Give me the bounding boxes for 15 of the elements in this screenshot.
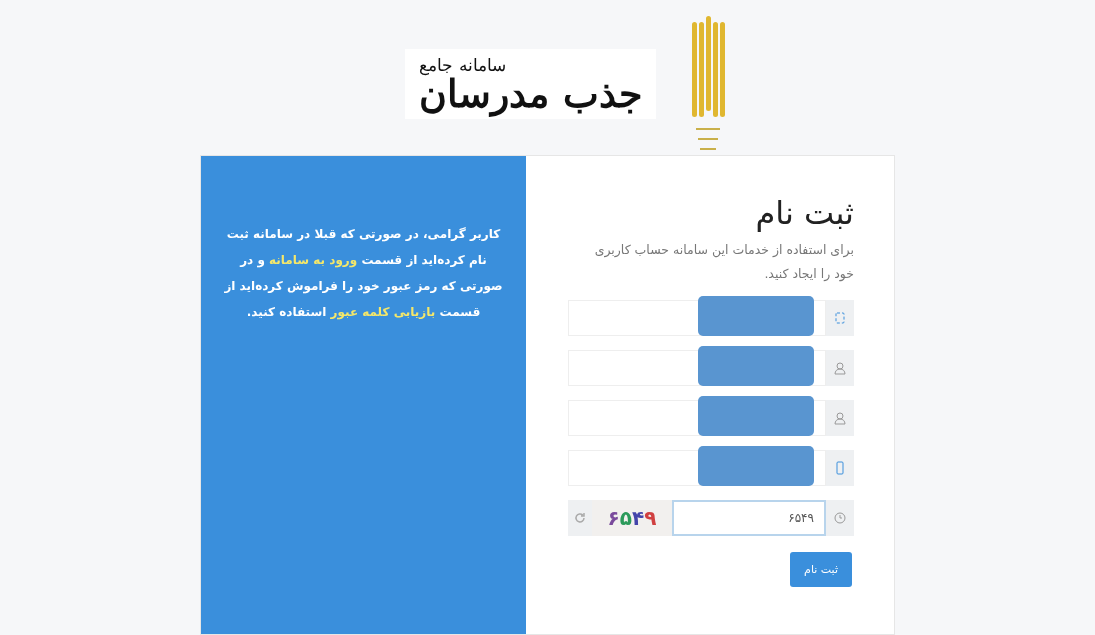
- mobile-icon: [833, 461, 847, 475]
- text-link[interactable]: ورود به سامانه: [269, 253, 358, 267]
- user-icon: [833, 361, 847, 375]
- refresh-icon[interactable]: [573, 511, 587, 525]
- form-title: ثبت نام: [755, 194, 854, 232]
- captcha-image: ۶۵۴۹: [592, 500, 672, 536]
- text-link[interactable]: بازیابی کلمه عبور: [330, 305, 436, 319]
- clock-icon: [833, 511, 847, 525]
- info-text: کاربر گرامی، در صورتی که قبلا در سامانه ثبت نام کرده‌اید از قسمت ورود به سامانه و در صورتی که رمز عبور خود را فراموش کرده‌اید از قسمت بازیابی کلمه عبور استفاده کنید.: [223, 226, 504, 322]
- form-description: برای استفاده از خدمات این سامانه حساب کاربری خود را ایجاد کنید.: [593, 241, 854, 284]
- register-button[interactable]: ثبت نام: [790, 552, 852, 587]
- captcha-field[interactable]: ۶۵۴۹: [672, 500, 826, 536]
- user-icon: [833, 411, 847, 425]
- id-card-icon: [833, 311, 847, 325]
- logo-subtitle: سامانه جامع: [419, 54, 506, 75]
